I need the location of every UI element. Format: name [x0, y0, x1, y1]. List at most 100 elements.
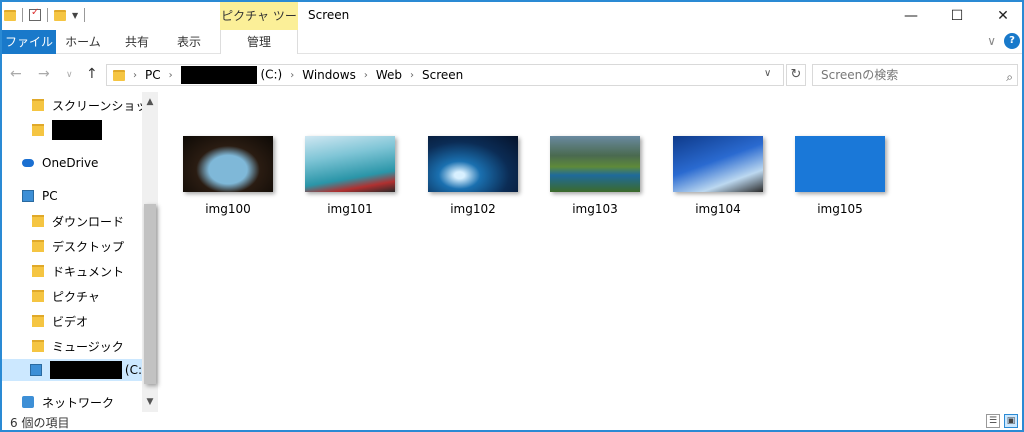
file-item[interactable]: img103 [545, 136, 645, 220]
tab-share[interactable]: 共有 [114, 30, 160, 54]
explorer-window: ▼ ピクチャ ツール Screen — ☐ ✕ ファイル ホーム 共有 表示 管… [0, 0, 1024, 432]
customize-toolbar-dropdown-icon[interactable]: ▼ [72, 11, 78, 20]
ribbon-tabs: ファイル ホーム 共有 表示 管理 ∨ ? [2, 30, 1022, 54]
nav-item-music[interactable]: ミュージック [2, 335, 142, 357]
nav-item-network[interactable]: ネットワーク [2, 391, 142, 413]
tab-manage[interactable]: 管理 [220, 30, 298, 54]
nav-item-onedrive[interactable]: OneDrive [2, 152, 142, 174]
properties-icon[interactable] [29, 7, 41, 21]
recent-locations-chevron-icon[interactable]: ∨ [66, 70, 73, 80]
redacted-block [50, 361, 122, 379]
tab-file[interactable]: ファイル [2, 30, 56, 54]
image-thumbnail [795, 136, 885, 192]
nav-item-label: PC [42, 189, 58, 203]
scroll-up-icon[interactable]: ▲ [142, 94, 158, 110]
breadcrumb-pc[interactable]: PC [145, 68, 161, 82]
file-item[interactable]: img105 [790, 136, 890, 220]
nav-item-pc[interactable]: PC [2, 185, 142, 207]
scrollbar-thumb[interactable] [144, 204, 156, 384]
breadcrumb-windows[interactable]: Windows [302, 68, 356, 82]
navigation-pane: スクリーンショット OneDrive PC ダウンロード デスクトップ ドキュメ… [2, 92, 158, 412]
forward-arrow-icon[interactable]: → [38, 66, 50, 82]
file-name: img104 [695, 202, 741, 216]
breadcrumb-drive[interactable]: (C:) [180, 66, 282, 84]
tab-view[interactable]: 表示 [166, 30, 212, 54]
close-icon: ✕ [997, 8, 1009, 24]
toolbar-separator [22, 8, 23, 22]
refresh-button[interactable]: ↻ [786, 64, 806, 86]
refresh-icon: ↻ [790, 67, 802, 82]
expand-ribbon-icon[interactable]: ∨ [987, 34, 996, 48]
folder-icon [32, 124, 44, 136]
maximize-icon: ☐ [950, 8, 964, 24]
search-placeholder: Screenの検索 [821, 68, 899, 82]
search-icon: ⌕ [1006, 70, 1013, 84]
address-dropdown-icon[interactable]: ∨ [764, 68, 771, 79]
nav-item-label: ミュージック [52, 339, 124, 354]
status-bar: 6 個の項目 ☰ ▣ [2, 412, 1022, 430]
chevron-right-icon[interactable]: › [290, 70, 294, 81]
address-bar[interactable]: › PC › (C:) › Windows › Web › Screen [106, 64, 784, 86]
chevron-right-icon[interactable]: › [410, 70, 414, 81]
nav-item-label: ビデオ [52, 314, 89, 329]
folder-icon [32, 99, 44, 111]
image-thumbnail [550, 136, 640, 192]
breadcrumb-screen[interactable]: Screen [422, 68, 463, 82]
image-thumbnail [305, 136, 395, 192]
chevron-right-icon[interactable]: › [169, 70, 173, 81]
nav-item-label: ドキュメント [52, 264, 125, 279]
minimize-button[interactable]: — [888, 2, 934, 30]
network-icon [22, 396, 34, 408]
title-bar: ▼ ピクチャ ツール Screen — ☐ ✕ [2, 2, 1022, 51]
item-count: 6 個の項目 [10, 416, 70, 430]
details-view-icon[interactable]: ☰ [986, 414, 1000, 428]
redacted-block [180, 66, 257, 84]
file-item[interactable]: img104 [668, 136, 768, 220]
nav-item-label: (C: [124, 363, 142, 377]
drive-icon [30, 364, 42, 376]
search-box[interactable]: Screenの検索 ⌕ [812, 64, 1018, 86]
pictures-folder-icon [32, 290, 44, 302]
file-name: img102 [450, 202, 496, 216]
large-icons-view-icon[interactable]: ▣ [1004, 414, 1018, 428]
help-icon[interactable]: ? [1004, 33, 1020, 49]
music-folder-icon [32, 340, 44, 352]
scroll-down-icon[interactable]: ▼ [142, 394, 158, 410]
chevron-right-icon[interactable]: › [133, 70, 137, 81]
nav-item-pictures[interactable]: ピクチャ [2, 285, 142, 307]
nav-item-label: デスクトップ [52, 239, 125, 254]
nav-item-desktop[interactable]: デスクトップ [2, 235, 142, 257]
nav-item-documents[interactable]: ドキュメント [2, 260, 142, 282]
toolbar-separator [84, 8, 86, 22]
back-arrow-icon[interactable]: ← [10, 66, 22, 82]
up-arrow-icon[interactable]: ↑ [86, 66, 98, 82]
file-name: img103 [572, 202, 618, 216]
downloads-folder-icon [32, 215, 44, 227]
file-item[interactable]: img100 [178, 136, 278, 220]
onedrive-icon [22, 159, 34, 167]
navigation-row: ← → ∨ ↑ › PC › (C:) › Windows › Web › Sc… [2, 58, 1022, 92]
new-folder-icon[interactable] [54, 9, 66, 21]
nav-item-c-drive[interactable]: (C: [2, 359, 142, 381]
nav-item-screenshots[interactable]: スクリーンショット [2, 94, 142, 116]
breadcrumb-web[interactable]: Web [376, 68, 402, 82]
image-thumbnail [673, 136, 763, 192]
maximize-button[interactable]: ☐ [934, 2, 980, 30]
close-button[interactable]: ✕ [980, 2, 1022, 30]
desktop-folder-icon [32, 240, 44, 252]
file-item[interactable]: img101 [300, 136, 400, 220]
minimize-icon: — [904, 8, 918, 24]
address-folder-icon [113, 69, 125, 81]
nav-item-downloads[interactable]: ダウンロード [2, 210, 142, 232]
image-thumbnail [428, 136, 518, 192]
tab-home[interactable]: ホーム [60, 30, 106, 54]
folder-icon[interactable] [4, 9, 16, 21]
file-item[interactable]: img102 [423, 136, 523, 220]
videos-folder-icon [32, 315, 44, 327]
nav-item-redacted-folder[interactable] [2, 119, 142, 141]
nav-item-label: スクリーンショット [52, 98, 142, 113]
nav-item-videos[interactable]: ビデオ [2, 310, 142, 332]
chevron-right-icon[interactable]: › [364, 70, 368, 81]
nav-scrollbar[interactable]: ▲ ▼ [142, 92, 158, 412]
file-name: img100 [205, 202, 251, 216]
